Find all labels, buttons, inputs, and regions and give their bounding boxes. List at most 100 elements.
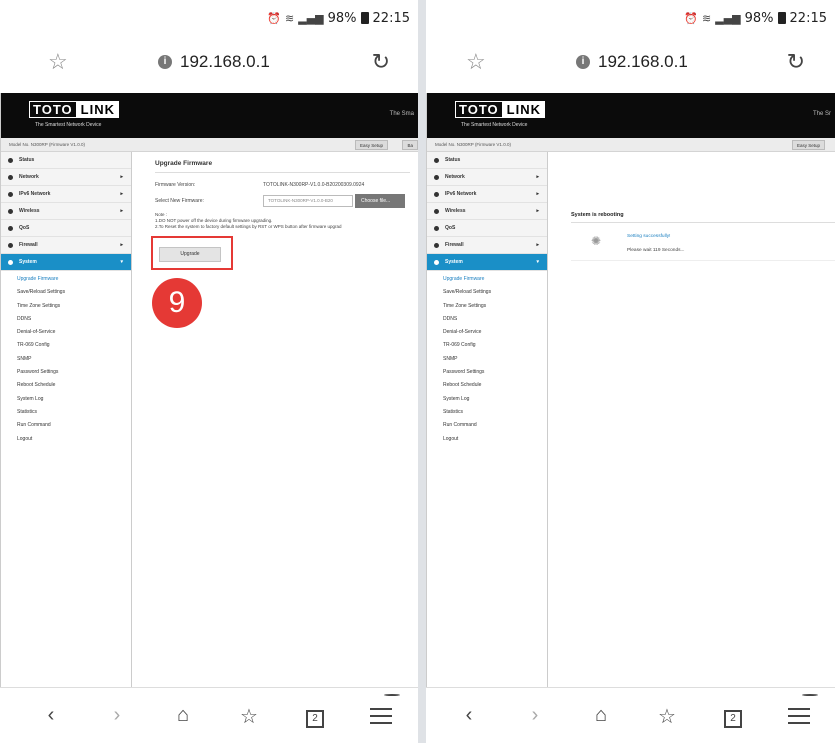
submenu-item[interactable]: Denial-of-Service [427, 326, 547, 339]
bookmark-star-icon[interactable]: ☆ [48, 49, 68, 75]
submenu-item[interactable]: Denial-of-Service [1, 326, 131, 339]
submenu-item[interactable]: System Log [1, 393, 131, 406]
menu-item[interactable]: Firewall ▸ [1, 237, 131, 254]
expand-icon: ▸ [536, 242, 539, 248]
bookmarks-icon[interactable]: ☆ [654, 704, 680, 729]
expand-icon: ▸ [536, 208, 539, 214]
title-divider [155, 172, 410, 173]
forward-icon[interactable]: › [104, 704, 130, 727]
menu-icon[interactable]: M [788, 694, 818, 724]
submenu-item[interactable]: Statistics [427, 406, 547, 419]
url-text[interactable]: 192.168.0.1 [180, 52, 270, 72]
url-text[interactable]: 192.168.0.1 [598, 52, 688, 72]
tabs-icon[interactable]: 2 [720, 704, 746, 728]
easy-setup-button[interactable]: Easy Setup [354, 140, 388, 150]
header-slogan: The Sma [389, 111, 414, 117]
menu-item-label: IPv6 Network [19, 191, 51, 197]
submenu-item[interactable]: DDNS [1, 313, 131, 326]
submenu-item[interactable]: Password Settings [1, 366, 131, 379]
menu-item[interactable]: QoS [1, 220, 131, 237]
tabs-icon[interactable]: 2 [302, 704, 328, 728]
menu-item-icon [8, 192, 13, 197]
phone-left: ⏰ ≋ ▂▄▆ 98% 22:15 ☆ i 192.168.0.1 ↻ TOTO… [0, 0, 418, 743]
submenu-item[interactable]: Reboot Schedule [427, 379, 547, 392]
back-icon[interactable]: ‹ [38, 704, 64, 727]
menu-item[interactable]: Firewall ▸ [427, 237, 547, 254]
upgrade-button[interactable]: Upgrade [159, 247, 221, 262]
submenu-item[interactable]: Save/Reload Settings [1, 286, 131, 299]
signal-icon: ▂▄▆ [298, 11, 324, 25]
menu-item-label: Wireless [19, 208, 40, 214]
submenu-item[interactable]: Time Zone Settings [427, 300, 547, 313]
menu-item-icon [434, 175, 439, 180]
easy-setup-button[interactable]: Easy Setup [791, 140, 825, 150]
menu-item[interactable]: QoS [427, 220, 547, 237]
menu-item[interactable]: Status [1, 152, 131, 169]
upgrade-firmware-panel: Upgrade Firmware Firmware Version: TOTOL… [133, 152, 418, 687]
wifi-icon: ≋ [702, 11, 712, 25]
totolink-logo: TOTO LINK The Smartest Network Device [29, 101, 119, 128]
submenu-item[interactable]: Run Command [427, 419, 547, 432]
select-firmware-label: Select New Firmware: [155, 198, 204, 204]
choose-file-button[interactable]: Choose file... [355, 194, 405, 208]
submenu-item[interactable]: Logout [1, 433, 131, 446]
submenu-item[interactable]: System Log [427, 393, 547, 406]
battery-percent: 98% [744, 10, 774, 26]
menu-item[interactable]: Network ▸ [427, 169, 547, 186]
menu-item[interactable]: System ▾ [1, 254, 131, 271]
router-header: TOTO LINK The Smartest Network Device The… [427, 93, 835, 138]
submenu-item[interactable]: Upgrade Firmware [427, 273, 547, 286]
note-line-2: 2.To Reset the system to factory default… [155, 224, 342, 229]
address-bar[interactable]: ☆ i 192.168.0.1 ↻ [426, 38, 835, 86]
menu-item-icon [8, 226, 13, 231]
submenu-item[interactable]: Logout [427, 433, 547, 446]
menu-item-label: Status [19, 157, 35, 163]
expand-icon: ▸ [120, 242, 123, 248]
submenu-item[interactable]: Upgrade Firmware [1, 273, 131, 286]
reload-icon[interactable]: ↻ [787, 49, 805, 75]
forward-icon[interactable]: › [522, 704, 548, 727]
menu-item[interactable]: Wireless ▸ [1, 203, 131, 220]
extra-tab-button[interactable]: Ba [402, 140, 418, 150]
submenu-item[interactable]: SNMP [1, 353, 131, 366]
menu-item[interactable]: IPv6 Network ▸ [1, 186, 131, 203]
menu-item-icon [434, 243, 439, 248]
home-icon[interactable]: ⌂ [170, 704, 196, 727]
reboot-divider-bottom [571, 260, 835, 261]
menu-item[interactable]: Network ▸ [1, 169, 131, 186]
expand-icon: ▸ [536, 174, 539, 180]
alarm-icon: ⏰ [267, 11, 282, 25]
firmware-file-field[interactable]: TOTOLINK-N300RP-V1.0.0-B20 [263, 195, 353, 207]
submenu-item[interactable]: Password Settings [427, 366, 547, 379]
site-info-icon[interactable]: i [158, 55, 172, 69]
menu-icon[interactable]: M [370, 694, 400, 724]
status-bar: ⏰ ≋ ▂▄▆ 98% 22:15 [426, 0, 835, 36]
bookmarks-icon[interactable]: ☆ [236, 704, 262, 729]
webview: TOTO LINK The Smartest Network Device The… [426, 93, 835, 687]
submenu-item[interactable]: TR-069 Config [1, 339, 131, 352]
menu-item[interactable]: System ▾ [427, 254, 547, 271]
bookmark-star-icon[interactable]: ☆ [466, 49, 486, 75]
menu-item[interactable]: Status [427, 152, 547, 169]
reload-icon[interactable]: ↻ [372, 49, 390, 75]
submenu-item[interactable]: TR-069 Config [427, 339, 547, 352]
back-icon[interactable]: ‹ [456, 704, 482, 727]
alarm-icon: ⏰ [684, 11, 699, 25]
menu-item[interactable]: Wireless ▸ [427, 203, 547, 220]
submenu-item[interactable]: Run Command [1, 419, 131, 432]
submenu-item[interactable]: Time Zone Settings [1, 300, 131, 313]
menu-item-icon [8, 260, 13, 265]
site-info-icon[interactable]: i [576, 55, 590, 69]
menu-item-label: Firewall [19, 242, 38, 248]
submenu-item[interactable]: Save/Reload Settings [427, 286, 547, 299]
router-sidebar: Status Network ▸ IPv6 Network ▸ Wireless ▸ QoS F… [427, 152, 548, 687]
submenu-item[interactable]: Reboot Schedule [1, 379, 131, 392]
address-bar[interactable]: ☆ i 192.168.0.1 ↻ [0, 38, 418, 86]
menu-item[interactable]: IPv6 Network ▸ [427, 186, 547, 203]
home-icon[interactable]: ⌂ [588, 704, 614, 727]
submenu-item[interactable]: SNMP [427, 353, 547, 366]
submenu-item[interactable]: Statistics [1, 406, 131, 419]
menu-item-label: Network [445, 174, 465, 180]
collapse-icon: ▾ [536, 259, 539, 265]
submenu-item[interactable]: DDNS [427, 313, 547, 326]
